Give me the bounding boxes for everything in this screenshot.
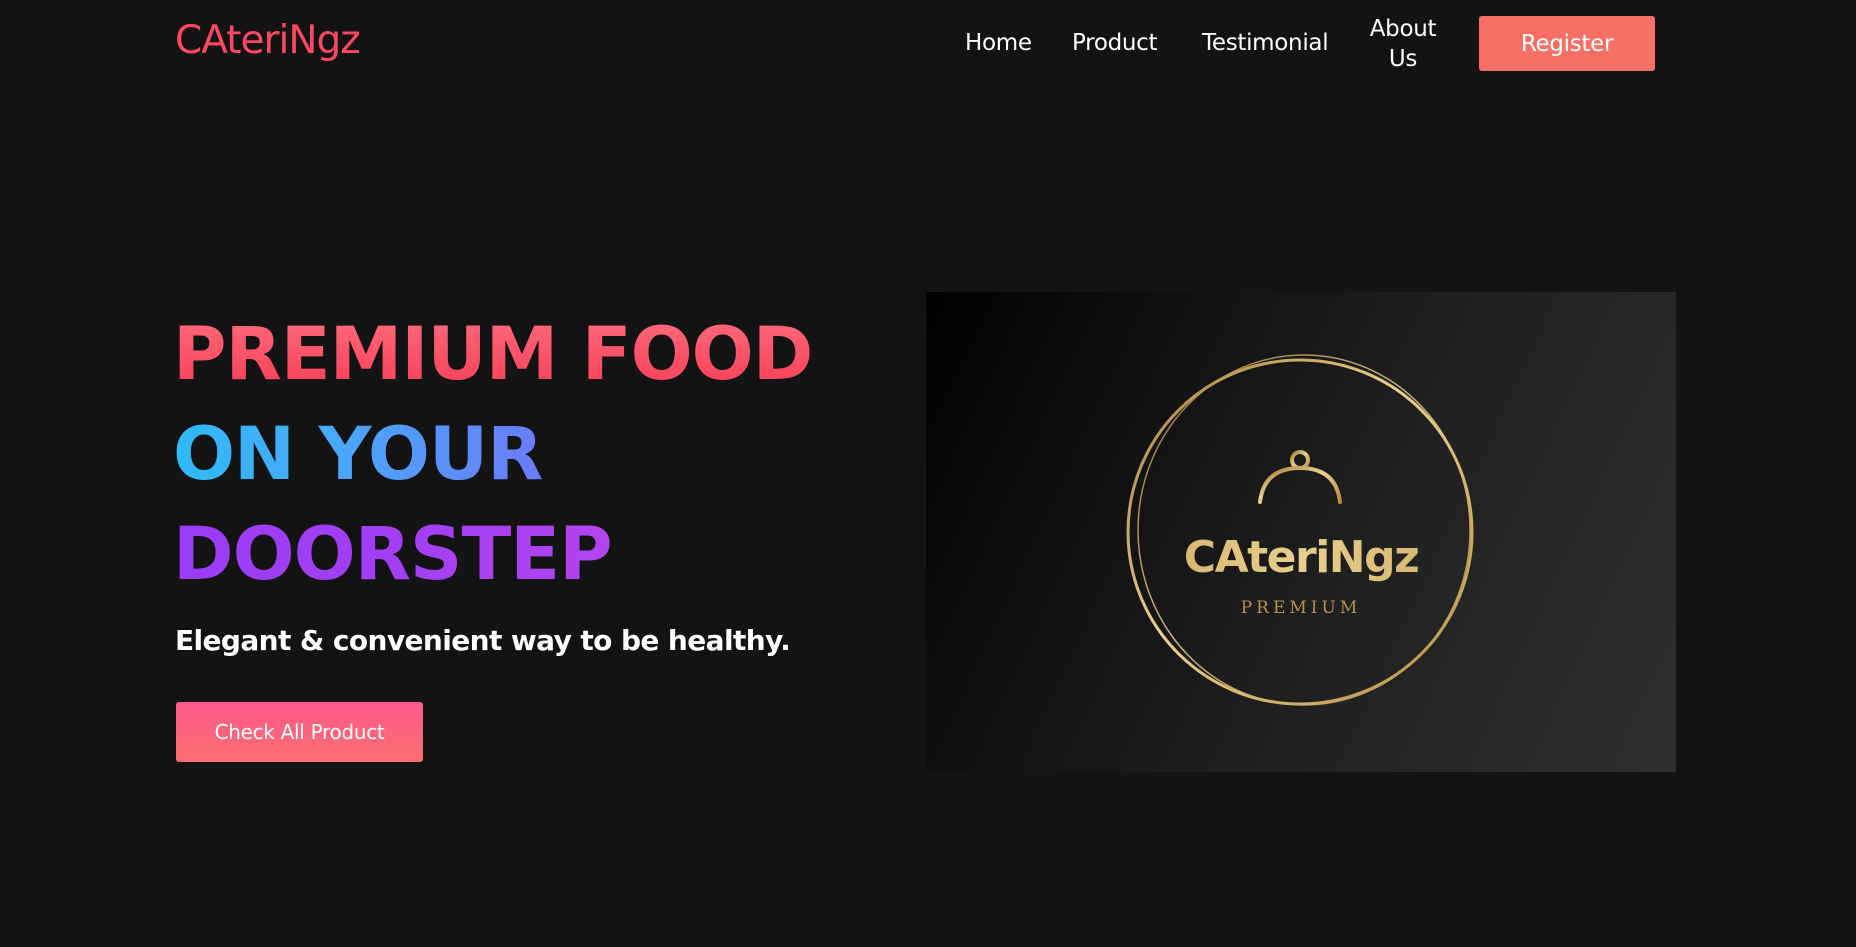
nav-link-about-us[interactable]: About Us	[1363, 14, 1443, 74]
hero-logo-image: CAteriNgz PREMIUM	[926, 292, 1676, 772]
nav-link-home[interactable]: Home	[965, 28, 1032, 58]
brand-logo[interactable]: CAteriNgz	[175, 18, 361, 63]
register-button[interactable]: Register	[1479, 16, 1655, 71]
nav-link-testimonial[interactable]: Testimonial	[1202, 28, 1329, 58]
hero-tagline: Elegant & convenient way to be healthy.	[175, 624, 791, 657]
logo-wordmark: CAteriNgz	[926, 532, 1676, 583]
hero-headline-line-3: DOORSTEP	[173, 510, 613, 600]
logo-subtitle: PREMIUM	[1240, 598, 1362, 618]
check-all-product-button[interactable]: Check All Product	[176, 702, 423, 762]
nav-link-product[interactable]: Product	[1072, 28, 1158, 58]
page: CAteriNgz Home Product Testimonial About…	[0, 0, 1856, 947]
cloche-icon	[1253, 450, 1347, 519]
hero-headline-line-2: ON YOUR	[173, 410, 543, 500]
hero-headline-line-1: PREMIUM FOOD	[173, 310, 813, 400]
navbar: CAteriNgz Home Product Testimonial About…	[0, 0, 1856, 88]
